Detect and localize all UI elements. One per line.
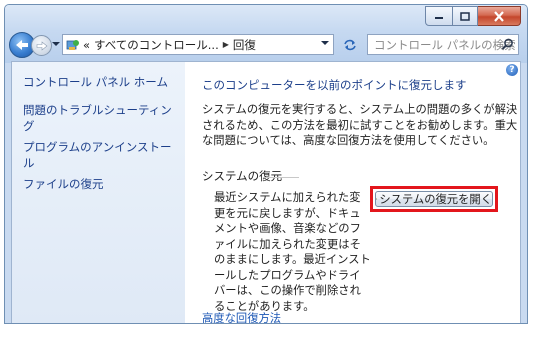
open-system-restore-button[interactable]: システムの復元を開く bbox=[375, 191, 493, 207]
close-icon bbox=[494, 10, 504, 22]
minimize-button[interactable] bbox=[425, 6, 453, 26]
highlight-box: システムの復元を開く bbox=[370, 186, 498, 212]
uac-shield-icon bbox=[376, 198, 378, 200]
chevron-down-icon[interactable] bbox=[321, 40, 329, 46]
group-divider bbox=[263, 177, 299, 178]
content-pane: コントロール パネル ホーム 問題のトラブルシューティング プログラムのアンイン… bbox=[11, 61, 521, 323]
sidebar-item-file-restore[interactable]: ファイルの復元 bbox=[23, 176, 181, 192]
system-restore-group-title: システムの復元 bbox=[202, 169, 283, 183]
control-panel-window: « すべてのコントロール... ▶ 回復 コントロール パネルの検索 コントロー… bbox=[4, 4, 528, 324]
maximize-button[interactable] bbox=[453, 6, 478, 26]
breadcrumb-recovery[interactable]: 回復 bbox=[233, 37, 256, 53]
main-panel: ? このコンピューターを以前のポイントに復元します システムの復元を実行すると、… bbox=[185, 62, 520, 323]
caption-buttons bbox=[425, 6, 521, 26]
advanced-recovery-link[interactable]: 高度な回復方法 bbox=[202, 310, 281, 323]
address-overflow[interactable]: « bbox=[83, 38, 90, 52]
sidebar-item-uninstall-program[interactable]: プログラムのアンインストール bbox=[23, 139, 181, 171]
arrow-left-icon bbox=[16, 40, 28, 50]
address-bar[interactable]: « すべてのコントロール... ▶ 回復 bbox=[62, 34, 334, 55]
recent-pages-button[interactable] bbox=[52, 40, 60, 48]
navigation-bar: « すべてのコントロール... ▶ 回復 コントロール パネルの検索 bbox=[9, 32, 521, 58]
maximize-icon bbox=[460, 11, 470, 21]
control-panel-icon bbox=[66, 39, 79, 50]
close-button[interactable] bbox=[478, 6, 521, 26]
page-heading: このコンピューターを以前のポイントに復元します bbox=[202, 78, 467, 92]
sidebar-item-control-panel-home[interactable]: コントロール パネル ホーム bbox=[23, 74, 181, 90]
search-input[interactable]: コントロール パネルの検索 bbox=[367, 34, 519, 55]
forward-button[interactable] bbox=[31, 35, 52, 56]
open-system-restore-label: システムの復元を開く bbox=[379, 193, 492, 206]
system-restore-description: 最近システムに加えられた変更を元に戻しますが、ドキュメントや画像、音楽などのファ… bbox=[214, 191, 371, 313]
sidebar: コントロール パネル ホーム 問題のトラブルシューティング プログラムのアンイン… bbox=[12, 62, 185, 323]
help-icon[interactable]: ? bbox=[506, 64, 518, 76]
refresh-icon bbox=[344, 39, 356, 50]
breadcrumb-all-control-panel[interactable]: すべてのコントロール... bbox=[94, 37, 219, 53]
minimize-icon bbox=[435, 17, 443, 19]
window-frame: « すべてのコントロール... ▶ 回復 コントロール パネルの検索 bbox=[5, 5, 527, 63]
breadcrumb-separator-icon[interactable]: ▶ bbox=[223, 40, 229, 49]
sidebar-item-troubleshooting[interactable]: 問題のトラブルシューティング bbox=[23, 102, 181, 134]
chevron-down-icon bbox=[52, 42, 60, 46]
search-placeholder: コントロール パネルの検索 bbox=[374, 37, 516, 52]
refresh-button[interactable] bbox=[339, 34, 361, 55]
arrow-right-icon bbox=[36, 40, 47, 51]
search-icon[interactable] bbox=[501, 38, 514, 51]
page-description: システムの復元を実行すると、システム上の問題の多くが解決されるため、この方法を最… bbox=[202, 103, 518, 147]
